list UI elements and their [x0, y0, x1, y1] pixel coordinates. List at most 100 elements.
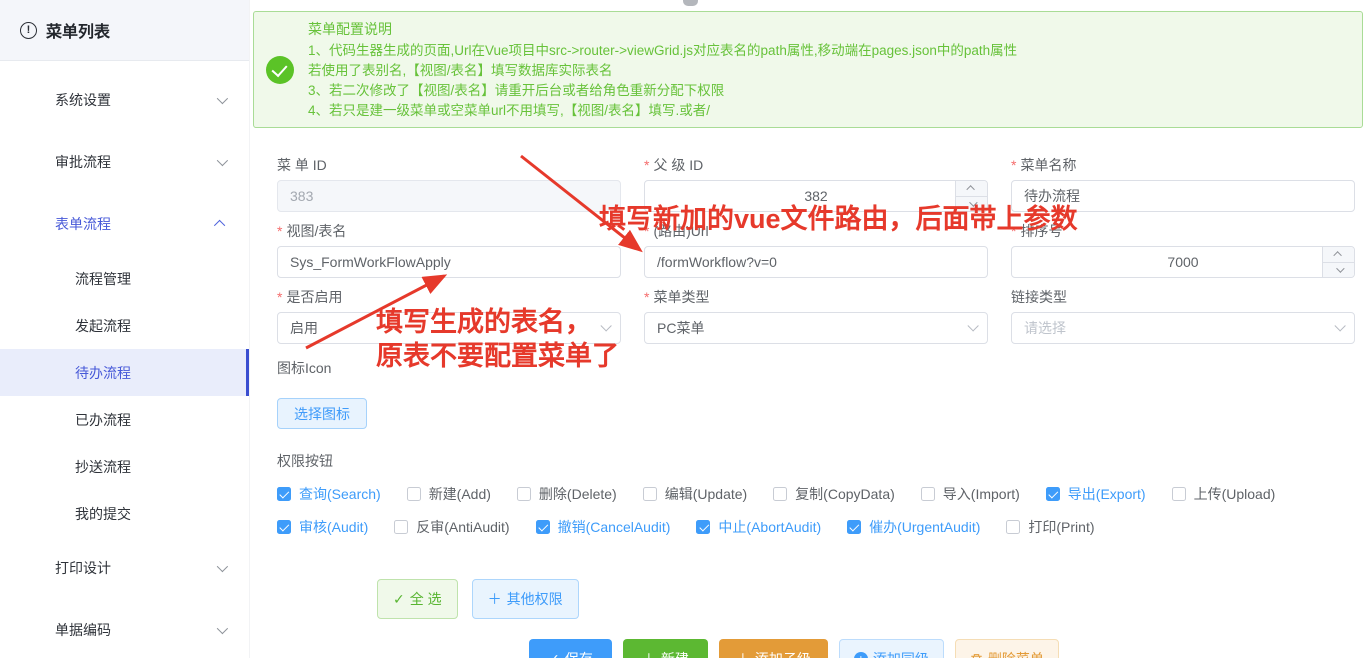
- notice-line: 4、若只是建一级菜单或空菜单url不用填写,【视图/表名】填写.或者/: [308, 101, 1017, 121]
- order-no-label: *排序号: [1011, 224, 1355, 238]
- required-asterisk: *: [1011, 158, 1016, 172]
- other-permissions-button[interactable]: ＋其他权限: [472, 579, 579, 619]
- checkbox-icon: [277, 520, 291, 534]
- number-stepper[interactable]: [1322, 247, 1354, 277]
- select-all-button[interactable]: ✓全 选: [377, 579, 458, 619]
- checkbox-icon: [277, 487, 291, 501]
- chevron-down-icon: [967, 320, 978, 331]
- notice-line: 3、若二次修改了【视图/表名】请重开后台或者给角色重新分配下权限: [308, 81, 1017, 101]
- chevron-down-icon: [217, 155, 228, 166]
- field-menu-id: *菜 单 ID 383: [277, 158, 621, 212]
- required-asterisk: *: [644, 158, 649, 172]
- sidebar-item-done-flow[interactable]: 已办流程: [0, 396, 249, 443]
- save-button[interactable]: ✓保存: [529, 639, 612, 658]
- checkbox-icon: [643, 487, 657, 501]
- chevron-down-icon: [600, 320, 611, 331]
- sidebar-item-approval-flow[interactable]: 审批流程: [0, 131, 249, 193]
- sidebar: ! 菜单列表 系统设置 审批流程 表单流程 流程管理 发起流程 待办流程 已办流…: [0, 0, 250, 658]
- trash-icon: [970, 653, 983, 658]
- checkbox-icon: [536, 520, 550, 534]
- field-order-no: *排序号 7000: [1011, 224, 1355, 278]
- perm-checkbox-abortaudit[interactable]: 中止(AbortAudit): [696, 517, 821, 537]
- sidebar-item-todo-flow[interactable]: 待办流程: [0, 349, 249, 396]
- sidebar-item-doc-coding[interactable]: 单据编码: [0, 599, 249, 658]
- table-name-input[interactable]: Sys_FormWorkFlowApply: [277, 246, 621, 278]
- plus-icon: ＋: [642, 649, 656, 658]
- chevron-down-icon: [1334, 320, 1345, 331]
- checkbox-icon: [1046, 487, 1060, 501]
- perm-checkbox-search[interactable]: 查询(Search): [277, 484, 381, 504]
- checkbox-icon: [696, 520, 710, 534]
- chevron-down-icon: [217, 623, 228, 634]
- config-notice: 菜单配置说明 1、代码生器生成的页面,Url在Vue项目中src->router…: [253, 11, 1363, 128]
- info-icon: !: [20, 22, 37, 39]
- perm-checkbox-audit[interactable]: 审核(Audit): [277, 517, 368, 537]
- delete-menu-button[interactable]: 删除菜单: [955, 639, 1059, 658]
- chevron-down-icon: [217, 561, 228, 572]
- perm-checkbox-antiaudit[interactable]: 反审(AntiAudit): [394, 517, 509, 537]
- sidebar-item-system-settings[interactable]: 系统设置: [0, 69, 249, 131]
- route-url-input[interactable]: /formWorkflow?v=0: [644, 246, 988, 278]
- perm-checkbox-upload[interactable]: 上传(Upload): [1172, 484, 1276, 504]
- field-parent-id: *父 级 ID 382: [644, 158, 988, 212]
- menu-form: *菜 单 ID 383 *父 级 ID 382 *菜单名称 待办流程 *视图/表…: [277, 158, 1355, 658]
- sidebar-item-my-submission[interactable]: 我的提交: [0, 490, 249, 537]
- plus-icon: ＋: [736, 649, 750, 658]
- success-check-icon: [266, 56, 294, 84]
- checkbox-icon: [847, 520, 861, 534]
- order-no-input[interactable]: 7000: [1011, 246, 1355, 278]
- sidebar-item-form-flow[interactable]: 表单流程: [0, 193, 249, 255]
- field-menu-name: *菜单名称 待办流程: [1011, 158, 1355, 212]
- required-asterisk: *: [277, 290, 282, 304]
- perm-checkbox-add[interactable]: 新建(Add): [407, 484, 491, 504]
- checkbox-icon: [1006, 520, 1020, 534]
- perm-checkbox-update[interactable]: 编辑(Update): [643, 484, 747, 504]
- enabled-select[interactable]: 启用: [277, 312, 621, 344]
- perm-checkbox-cancelaudit[interactable]: 撤销(CancelAudit): [536, 517, 671, 537]
- step-up-icon: [956, 181, 987, 197]
- perm-checkbox-delete[interactable]: 删除(Delete): [517, 484, 617, 504]
- parent-id-input[interactable]: 382: [644, 180, 988, 212]
- page-title: 菜单列表: [46, 18, 110, 42]
- add-sibling-button[interactable]: +添加同级: [839, 639, 944, 658]
- check-icon: ✓: [393, 591, 405, 608]
- sidebar-item-print-design[interactable]: 打印设计: [0, 537, 249, 599]
- scroll-knob: [683, 0, 698, 6]
- perm-checkbox-copydata[interactable]: 复制(CopyData): [773, 484, 895, 504]
- notice-title: 菜单配置说明: [308, 19, 1017, 39]
- menu-type-select[interactable]: PC菜单: [644, 312, 988, 344]
- link-type-select[interactable]: 请选择: [1011, 312, 1355, 344]
- field-menu-type: *菜单类型 PC菜单: [644, 290, 988, 344]
- route-url-label: *(路由)Url: [644, 224, 988, 238]
- pick-icon-button[interactable]: 选择图标: [277, 398, 367, 429]
- table-name-label: *视图/表名: [277, 224, 621, 238]
- sidebar-item-start-flow[interactable]: 发起流程: [0, 302, 249, 349]
- perm-checkbox-print[interactable]: 打印(Print): [1006, 517, 1094, 537]
- number-stepper[interactable]: [955, 181, 987, 211]
- sidebar-item-flow-manage[interactable]: 流程管理: [0, 255, 249, 302]
- checkbox-icon: [1172, 487, 1186, 501]
- create-button[interactable]: ＋新建: [623, 639, 708, 658]
- permissions-title: 权限按钮: [277, 451, 1355, 471]
- sidebar-item-cc-flow[interactable]: 抄送流程: [0, 443, 249, 490]
- menu-name-input[interactable]: 待办流程: [1011, 180, 1355, 212]
- permissions-row-2: 审核(Audit) 反审(AntiAudit) 撤销(CancelAudit) …: [277, 517, 1355, 537]
- permissions-row-1: 查询(Search) 新建(Add) 删除(Delete) 编辑(Update)…: [277, 484, 1355, 504]
- checkbox-icon: [773, 487, 787, 501]
- menu-name-label: *菜单名称: [1011, 158, 1355, 172]
- sidebar-menu: 系统设置 审批流程 表单流程 流程管理 发起流程 待办流程 已办流程 抄送流程 …: [0, 61, 249, 658]
- required-asterisk: *: [644, 290, 649, 304]
- perm-checkbox-export[interactable]: 导出(Export): [1046, 484, 1146, 504]
- perm-checkbox-import[interactable]: 导入(Import): [921, 484, 1020, 504]
- checkbox-icon: [921, 487, 935, 501]
- menu-type-label: *菜单类型: [644, 290, 988, 304]
- field-enabled: *是否启用 启用: [277, 290, 621, 344]
- perm-checkbox-urgentaudit[interactable]: 催办(UrgentAudit): [847, 517, 980, 537]
- field-link-type: *链接类型 请选择: [1011, 290, 1355, 344]
- step-down-icon: [1323, 263, 1354, 278]
- required-asterisk: *: [1011, 224, 1016, 238]
- sidebar-header: ! 菜单列表: [0, 0, 249, 61]
- parent-id-label: *父 级 ID: [644, 158, 988, 172]
- icon-label: 图标Icon: [277, 358, 1355, 378]
- add-child-button[interactable]: ＋添加子级: [719, 639, 828, 658]
